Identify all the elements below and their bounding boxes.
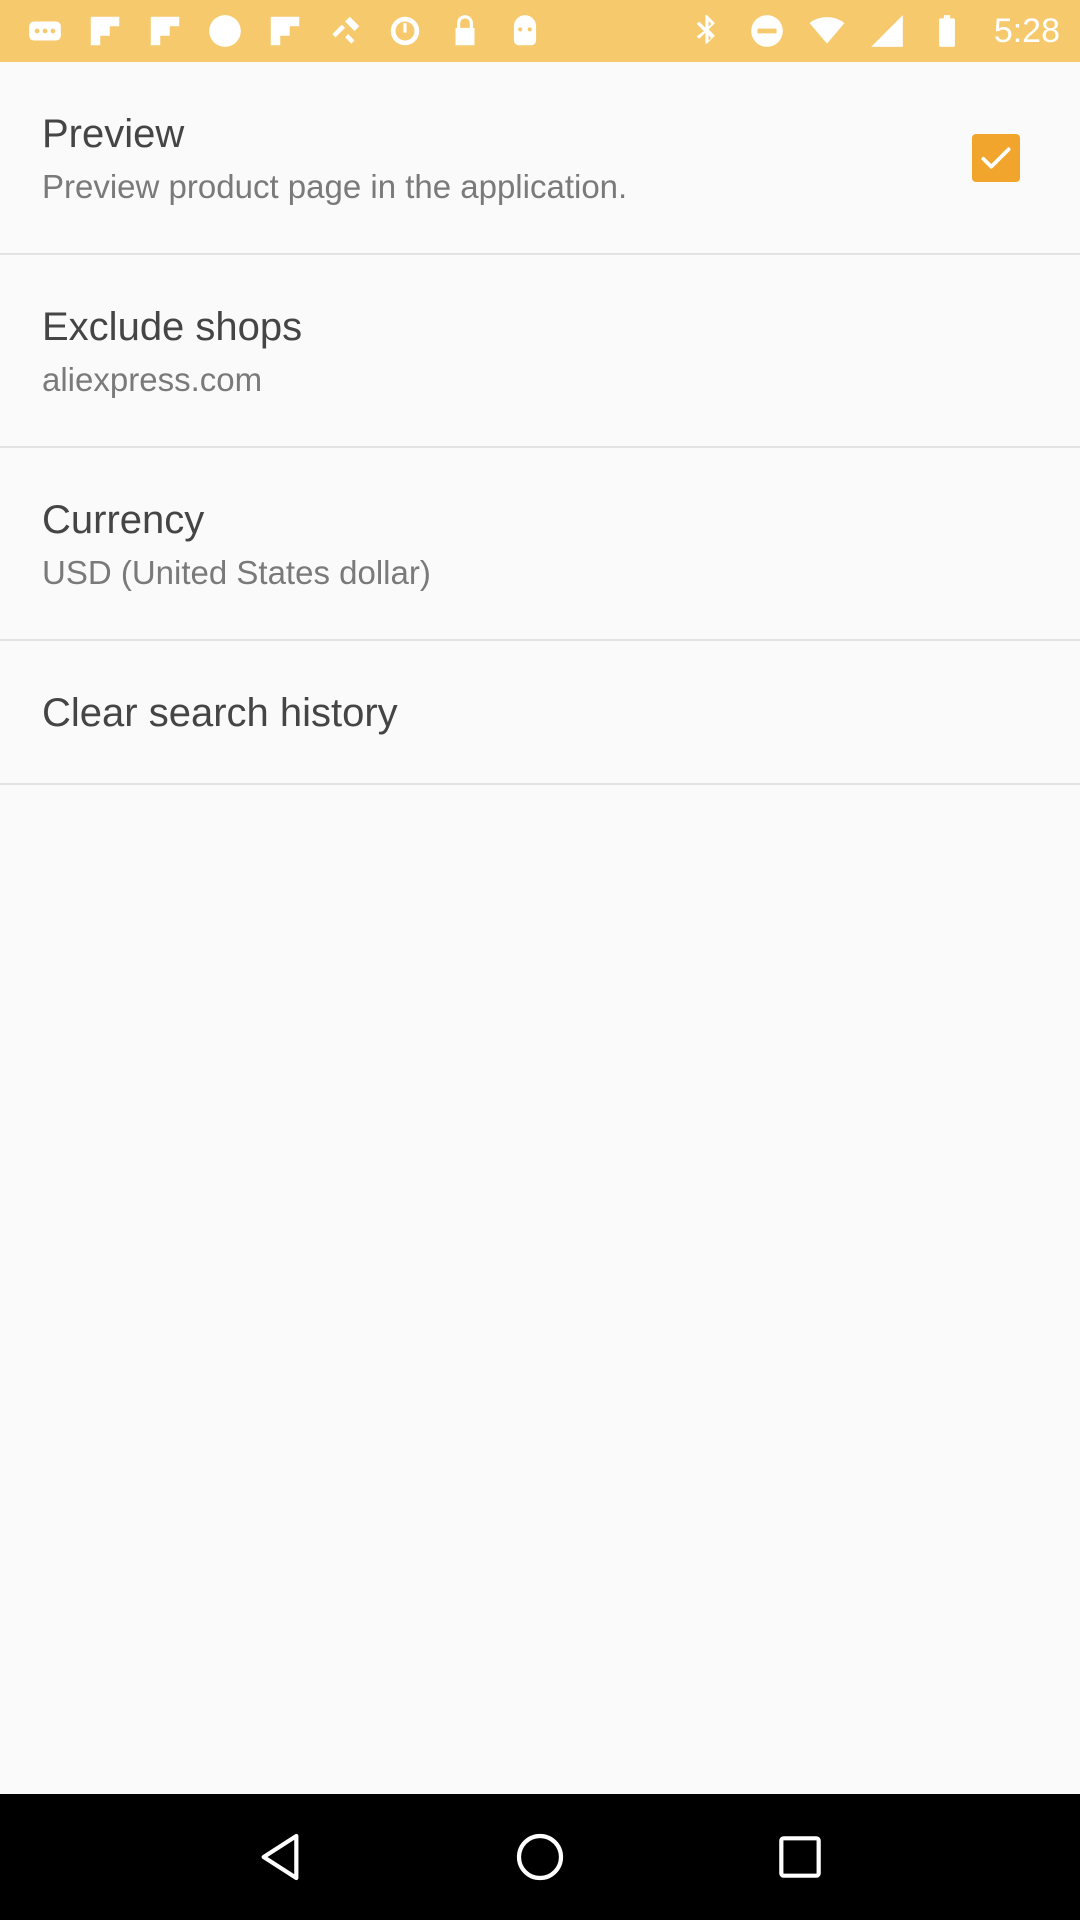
more-icon	[26, 12, 64, 50]
preview-checkbox[interactable]	[972, 134, 1020, 182]
preview-setting[interactable]: Preview Preview product page in the appl…	[0, 62, 1080, 255]
preview-summary: Preview product page in the application.	[42, 168, 628, 205]
lock-icon	[446, 12, 484, 50]
dnd-icon	[748, 12, 786, 50]
currency-setting[interactable]: Currency USD (United States dollar)	[0, 448, 1080, 641]
settings-list: Preview Preview product page in the appl…	[0, 62, 1080, 1794]
flipboard-icon	[86, 12, 124, 50]
flipboard-icon	[266, 12, 304, 50]
clear-search-history-title: Clear search history	[42, 691, 398, 735]
fake-gps-icon	[326, 12, 364, 50]
currency-summary: USD (United States dollar)	[42, 554, 431, 591]
circle-icon	[206, 12, 244, 50]
home-icon	[516, 1833, 564, 1881]
android-icon	[506, 12, 544, 50]
bluetooth-icon	[688, 12, 726, 50]
back-icon	[261, 1833, 299, 1881]
alarm-icon	[386, 12, 424, 50]
checkmark-icon	[981, 147, 1011, 169]
flipboard-icon	[146, 12, 184, 50]
status-bar-system: 5:28	[688, 12, 1060, 51]
navigation-bar	[0, 1794, 1080, 1920]
status-bar: 5:28	[0, 0, 1080, 62]
recents-icon	[779, 1836, 821, 1878]
back-button[interactable]	[240, 1817, 320, 1897]
exclude-shops-title: Exclude shops	[42, 305, 303, 349]
status-bar-notifications	[26, 12, 544, 50]
home-button[interactable]	[500, 1817, 580, 1897]
wifi-icon	[808, 12, 846, 50]
exclude-shops-summary: aliexpress.com	[42, 361, 263, 398]
exclude-shops-setting[interactable]: Exclude shops aliexpress.com	[0, 255, 1080, 448]
recents-button[interactable]	[760, 1817, 840, 1897]
status-bar-time: 5:28	[993, 11, 1060, 50]
clear-search-history-setting[interactable]: Clear search history	[0, 641, 1080, 785]
preview-title: Preview	[42, 112, 185, 156]
currency-title: Currency	[42, 498, 205, 542]
battery-icon	[928, 12, 966, 50]
signal-icon	[868, 12, 906, 50]
